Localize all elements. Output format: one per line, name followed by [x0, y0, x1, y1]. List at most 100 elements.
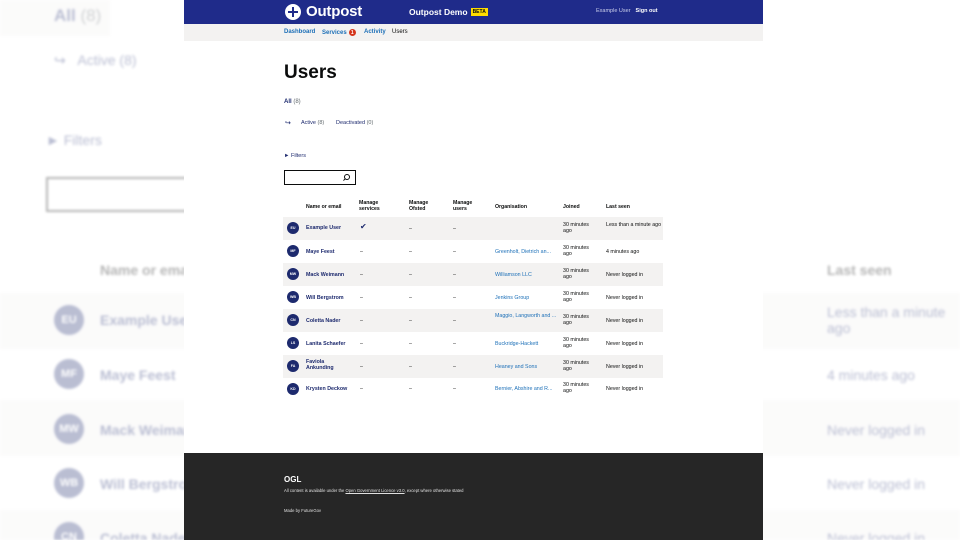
bg-name: Example User [100, 312, 193, 328]
avatar: KD [287, 383, 299, 395]
logo[interactable]: Outpost [285, 3, 362, 20]
avatar: WB [287, 291, 299, 303]
table-row[interactable]: EU Example User ✔ – – 30 minutes ago Les… [283, 217, 663, 240]
site-footer: OGL All content is available under the O… [184, 453, 763, 540]
user-name-link[interactable]: Will Bergstrom [306, 295, 344, 301]
avatar: MW [287, 268, 299, 280]
services-count-badge: 1 [348, 29, 356, 36]
joined-value: 30 minutes ago [563, 314, 589, 327]
bg-last-seen: Never logged in [827, 476, 926, 492]
joined-value: 30 minutes ago [563, 222, 589, 235]
manage-ofsted-value: – [409, 226, 412, 232]
organisation-link[interactable]: Heaney and Sons [495, 364, 557, 370]
bg-avatar: MF [54, 359, 84, 389]
avatar: LS [287, 337, 299, 349]
avatar: MF [287, 245, 299, 257]
table-row[interactable]: LS Lanita Schaefer – – – Buckridge-Hacke… [283, 332, 663, 355]
filters-toggle[interactable]: ► Filters [284, 153, 306, 159]
table-row[interactable]: FA Faviola Ankunding – – – Heaney and So… [283, 355, 663, 378]
bg-avatar: WB [54, 468, 84, 498]
last-seen-value: Never logged in [606, 341, 644, 347]
user-name-link[interactable]: Maye Feest [306, 249, 335, 255]
ogl-logo: OGL [284, 475, 302, 484]
manage-users-value: – [453, 295, 456, 301]
site-header: Outpost Outpost Demo BETA Example User S… [184, 0, 763, 24]
tab-active[interactable]: Active (8) [301, 120, 324, 126]
beta-badge: BETA [470, 8, 488, 16]
nav-activity[interactable]: Activity [364, 29, 386, 35]
last-seen-value: Never logged in [606, 386, 644, 392]
last-seen-value: Never logged in [606, 318, 644, 324]
nav-services-label: Services [322, 29, 347, 36]
manage-ofsted-value: – [409, 272, 412, 278]
manage-ofsted-value: – [409, 249, 412, 255]
bg-tab-active: ↪ Active (8) [54, 52, 137, 68]
bg-last-seen: 4 minutes ago [827, 367, 915, 383]
licence-link[interactable]: Open Government Licence v3.0 [345, 488, 404, 493]
joined-value: 30 minutes ago [563, 382, 589, 395]
manage-services-value: – [360, 386, 363, 392]
manage-services-value: – [360, 341, 363, 347]
user-name-link[interactable]: Krysten Deckow [306, 386, 347, 392]
manage-users-value: – [453, 272, 456, 278]
organisation-link[interactable]: Jenkins Group [495, 295, 557, 301]
user-name-link[interactable]: Mack Weimann [306, 272, 344, 278]
subnav-arrow-icon: ↪ [285, 120, 291, 127]
page-title: Users [284, 62, 337, 83]
user-name-link[interactable]: Example User [306, 225, 341, 231]
table-row[interactable]: KD Krysten Deckow – – – Bernier, Abshire… [283, 378, 663, 401]
table-row[interactable]: MW Mack Weimann – – – Williamson LLC 30 … [283, 263, 663, 286]
organisation-link[interactable]: Greenholt, Dietrich an... [495, 249, 557, 255]
organisation-link[interactable]: Buckridge-Hackett [495, 341, 557, 347]
avatar: CN [287, 314, 299, 326]
tab-all[interactable]: All (8) [284, 99, 301, 105]
header-manage-users[interactable]: Manage users [453, 200, 478, 213]
service-name[interactable]: Outpost Demo BETA [409, 7, 488, 17]
bg-tab-all: All (8) [54, 6, 102, 25]
bg-avatar: EU [54, 305, 84, 335]
search-input[interactable] [284, 170, 356, 185]
header-manage-ofsted[interactable]: Manage Ofsted [409, 200, 434, 213]
bg-search [46, 177, 196, 212]
manage-users-value: – [453, 341, 456, 347]
organisation-link[interactable]: Williamson LLC [495, 272, 557, 278]
tab-all-label: All [284, 99, 292, 105]
sign-out-link[interactable]: Sign out [636, 8, 658, 14]
organisation-link[interactable]: Maggio, Langworth and ... [495, 313, 557, 319]
header-manage-services[interactable]: Manage services [359, 200, 389, 213]
organisation-link[interactable]: Bernier, Abshire and R... [495, 386, 557, 392]
nav-services[interactable]: Services 1 [322, 29, 356, 36]
header-name[interactable]: Name or email [306, 204, 341, 211]
header-organisation[interactable]: Organisation [495, 204, 527, 211]
tab-deactivated-label: Deactivated [336, 120, 366, 126]
search-icon[interactable] [344, 174, 350, 180]
table-row[interactable]: WB Will Bergstrom – – – Jenkins Group 30… [283, 286, 663, 309]
bg-avatar: MW [54, 414, 84, 444]
last-seen-value: Never logged in [606, 364, 644, 370]
manage-users-value: – [453, 364, 456, 370]
bg-filters: ► Filters [46, 132, 102, 148]
header-last-seen[interactable]: Last seen [606, 204, 630, 211]
manage-services-value: – [360, 364, 363, 370]
joined-value: 30 minutes ago [563, 337, 589, 350]
outpost-plus-icon [285, 3, 301, 20]
nav-users[interactable]: Users [392, 29, 408, 35]
header-joined[interactable]: Joined [563, 204, 580, 211]
table-row[interactable]: MF Maye Feest – – – Greenholt, Dietrich … [283, 240, 663, 263]
table-row[interactable]: CN Coletta Nader – – – Maggio, Langworth… [283, 309, 663, 332]
avatar: EU [287, 222, 299, 234]
licence-suffix: , except where otherwise stated [404, 488, 464, 493]
tab-active-label: Active [301, 120, 316, 126]
manage-ofsted-value: – [409, 318, 412, 324]
made-by-text: Made by FutureGov [284, 508, 322, 513]
user-name-link[interactable]: Faviola Ankunding [306, 359, 346, 372]
nav-dashboard[interactable]: Dashboard [284, 29, 315, 35]
manage-ofsted-value: – [409, 364, 412, 370]
user-name-link[interactable]: Coletta Nader [306, 318, 340, 324]
manage-services-value: – [360, 318, 363, 324]
tab-deactivated[interactable]: Deactivated (0) [336, 120, 373, 126]
manage-users-value: – [453, 226, 456, 232]
tab-all-count: (8) [293, 99, 301, 105]
manage-services-value: – [360, 272, 363, 278]
user-name-link[interactable]: Lanita Schaefer [306, 341, 345, 347]
